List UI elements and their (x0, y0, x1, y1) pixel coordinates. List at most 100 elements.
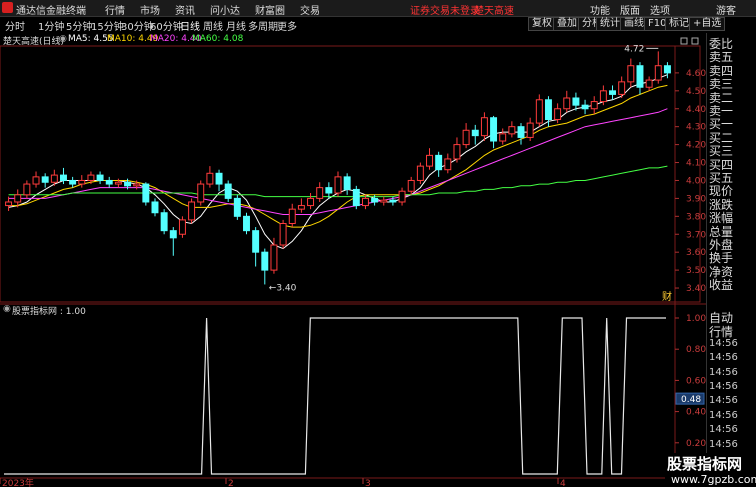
time-tick-label: 2 (228, 479, 234, 487)
candle-body (169, 230, 177, 239)
indicator-line (4, 317, 666, 475)
time-tick-label: 2023年 (2, 477, 34, 487)
candle-body (609, 90, 616, 95)
candle-body (361, 197, 369, 207)
candle-body (297, 205, 305, 210)
candle-body (627, 65, 635, 83)
candle-body (160, 212, 168, 232)
candle-body (389, 199, 397, 203)
candle-body (508, 126, 516, 135)
candle-body (224, 183, 232, 199)
candle-body (188, 201, 196, 221)
candle-body (352, 188, 360, 207)
candle-body (307, 197, 315, 207)
candle-body (636, 65, 644, 88)
price-tick-label: 4.40 (686, 105, 706, 115)
watermark-url: www.7gpzb.com (671, 473, 756, 486)
candle-body (78, 179, 86, 185)
candle-body (151, 201, 159, 214)
indicator-tick-label: 0.20 (686, 439, 706, 449)
candle-body (252, 230, 260, 253)
candle-body (215, 172, 223, 185)
candle-body (325, 187, 333, 194)
candle-body (444, 158, 452, 171)
candle-body (23, 183, 31, 196)
menu-guest[interactable]: 游客 (716, 2, 736, 17)
candle-body (663, 65, 671, 74)
price-tick-label: 3.40 (686, 284, 706, 294)
tick-time: 14:56 (709, 381, 738, 392)
candle-body (490, 117, 498, 142)
price-tick-label: 4.50 (686, 87, 706, 97)
candle-body (499, 133, 507, 142)
time-tick-label: 4 (560, 479, 566, 487)
price-tick-label: 3.90 (686, 194, 706, 204)
candle-body (5, 201, 13, 207)
price-tick-label: 4.30 (686, 123, 706, 133)
candle-body (645, 79, 653, 88)
candle-body (563, 97, 571, 110)
high-price-label: 4.72 (624, 44, 644, 54)
candle-body (398, 190, 406, 203)
indicator-tick-label: 0.40 (686, 408, 706, 418)
quote-panel: 委比 卖五 卖四 卖三 卖二 卖一 买一 买二 买三 买四 买五 现价 涨跌 涨幅 总量 外盘 换手 净资 收益 自动… (706, 33, 756, 487)
candle-body (371, 197, 379, 203)
tick-time: 14:56 (709, 366, 738, 378)
candle-body (178, 219, 186, 235)
candle-body (581, 104, 589, 110)
candle-body (96, 174, 104, 181)
indicator-settings-icon[interactable]: ◉ (3, 304, 11, 314)
candle-body (114, 181, 122, 185)
candle-body (316, 187, 324, 199)
candle-body (233, 197, 241, 217)
kline-chart[interactable]: 4.72 ←3.40 4.60 4.50 4.40 4.30 4.20 4.10 4.00 3.… (0, 0, 706, 487)
candle-body (590, 101, 598, 110)
panel-maximize-icon[interactable] (691, 37, 699, 45)
candle-body (453, 144, 461, 160)
candle-body (243, 215, 250, 232)
candle-body (407, 179, 415, 192)
candle-body (50, 174, 58, 183)
candle-body (69, 179, 77, 185)
panel-toggle-icon[interactable] (680, 37, 688, 45)
candle-body (426, 154, 433, 167)
candle-body (618, 81, 626, 95)
candle-body (554, 108, 562, 121)
low-price-label: ←3.40 (269, 283, 297, 293)
watermark: 股票指标网 www.7gpzb.com (665, 453, 756, 487)
candle-body (142, 183, 150, 203)
tick-time: 14:56 (709, 352, 738, 364)
candle-body (380, 199, 388, 203)
finance-badge[interactable]: 财 (662, 290, 672, 303)
watermark-title: 股票指标网 (667, 455, 743, 473)
candle-body (60, 174, 67, 181)
indicator-cursor-value: 0.48 (681, 395, 701, 405)
indicator-title: 股票指标网 : 1.00 (12, 307, 86, 317)
candle-body (32, 176, 40, 185)
candle-body (462, 129, 470, 146)
quote-label: 收益 (709, 278, 734, 293)
indicator-tick-label: 0.60 (686, 376, 706, 386)
candle-body (270, 244, 278, 271)
candle-body (572, 97, 580, 106)
price-tick-label: 4.20 (686, 141, 706, 151)
candle-body (288, 208, 296, 224)
tick-time: 14:56 (709, 438, 738, 450)
candle-body (544, 99, 552, 121)
candle-body (654, 65, 662, 81)
candle-body (105, 179, 113, 185)
candle-body (206, 172, 214, 185)
candle-body (334, 176, 342, 194)
candle-body (279, 222, 287, 246)
candle-body (87, 174, 95, 181)
price-tick-label: 4.10 (686, 159, 706, 169)
candle-body (343, 176, 351, 190)
price-tick-label: 4.60 (686, 69, 706, 79)
candle-body (197, 183, 205, 203)
candle-body (480, 117, 488, 137)
price-tick-label: 3.50 (686, 266, 706, 276)
candle-body (124, 181, 132, 187)
candle-body (471, 129, 479, 137)
time-tick-label: 3 (365, 479, 371, 487)
candle-body (517, 126, 525, 138)
